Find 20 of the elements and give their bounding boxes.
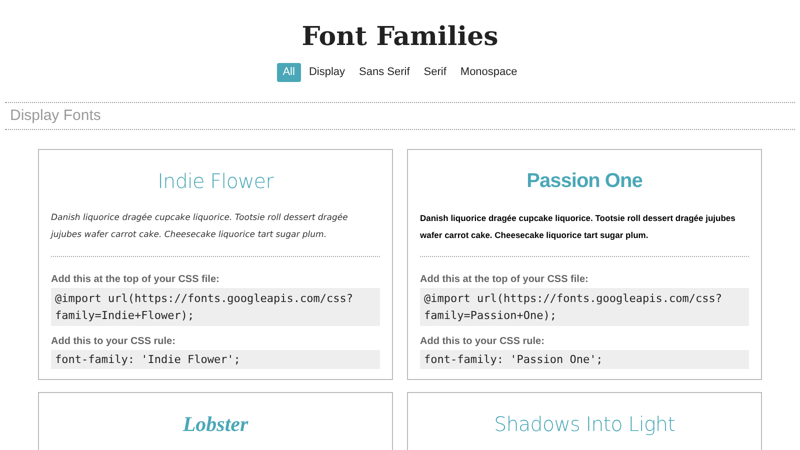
rule-label: Add this to your CSS rule: <box>420 335 546 349</box>
font-name: Shadows Into Light <box>493 411 676 438</box>
page-title: Font Families <box>302 21 498 54</box>
section-heading: Display Fonts <box>9 106 102 126</box>
import-code: @import url(https://fonts.googleapis.com/css? family=Indie+Flower); <box>51 288 380 326</box>
sample-paragraph: Danish liquorice dragée cupcake liquorice. Tootsie roll dessert dragée jujubes wafer carrot cake. Cheesecake liquorice tart sugar plum. <box>51 212 349 242</box>
rule-code: font-family: 'Passion One'; <box>420 350 749 369</box>
font-name: Passion One <box>526 169 644 194</box>
filter-tab[interactable]: Display <box>302 63 352 82</box>
sample-paragraph: Danish liquorice dragée cupcake liquorice. Tootsie roll dessert dragée jujubes wafer carrot cake. Cheesecake liquorice tart sugar plum. <box>420 212 736 242</box>
font-name: Lobster <box>182 411 250 438</box>
rule-label: Add this to your CSS rule: <box>51 335 176 349</box>
import-code: @import url(https://fonts.googleapis.com/css? family=Passion+One); <box>420 288 749 326</box>
import-label: Add this at the top of your CSS file: <box>420 273 590 287</box>
font-name: Indie Flower <box>156 168 275 195</box>
rule-code: font-family: 'Indie Flower'; <box>51 350 380 369</box>
filter-tab[interactable]: Monospace <box>454 63 524 82</box>
filter-tab[interactable]: Sans Serif <box>353 63 416 82</box>
filter-tab[interactable]: Serif <box>418 63 452 82</box>
import-label: Add this at the top of your CSS file: <box>51 273 220 287</box>
